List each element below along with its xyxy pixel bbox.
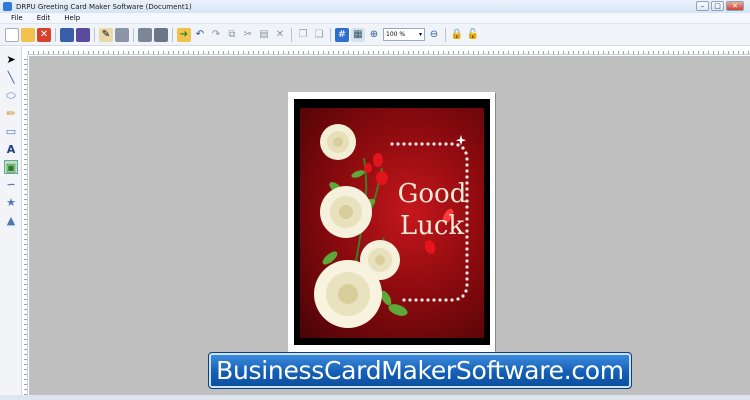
- delete-icon[interactable]: ✕: [273, 28, 287, 42]
- website-banner: BusinessCardMakerSoftware.com: [208, 352, 632, 389]
- card-background: Good Luck: [300, 108, 484, 338]
- vertical-ruler: [22, 55, 28, 395]
- triangle-icon[interactable]: ▲: [4, 214, 18, 228]
- database-export-icon[interactable]: [154, 27, 168, 42]
- horizontal-ruler: [28, 47, 750, 55]
- card-page[interactable]: Good Luck: [288, 92, 495, 352]
- cut-icon[interactable]: ✂: [241, 28, 255, 42]
- chevron-down-icon: ▾: [418, 31, 422, 38]
- status-bar: [0, 395, 750, 400]
- banner-text: BusinessCardMakerSoftware.com: [216, 356, 624, 385]
- menu-file[interactable]: File: [0, 14, 30, 22]
- design-canvas[interactable]: Good Luck: [29, 56, 750, 395]
- zoom-out-icon[interactable]: ⊖: [427, 28, 441, 42]
- image-icon[interactable]: ▣: [4, 160, 18, 174]
- menu-edit[interactable]: Edit: [30, 14, 58, 22]
- card-artwork: Good Luck: [314, 124, 469, 328]
- rectangle-icon[interactable]: ▭: [4, 125, 18, 139]
- app-icon: [3, 2, 12, 11]
- toolbar-separator: [94, 27, 95, 42]
- pointer-icon[interactable]: ➤: [4, 53, 18, 67]
- redo-icon[interactable]: ↷: [209, 28, 223, 42]
- curve-icon[interactable]: ∽: [4, 178, 18, 192]
- undo-icon[interactable]: ↶: [193, 28, 207, 42]
- print-icon[interactable]: [115, 27, 129, 42]
- zoom-select[interactable]: 100 % ▾: [383, 28, 425, 41]
- toolbar-separator: [172, 27, 173, 42]
- paste-icon[interactable]: ▤: [257, 28, 271, 42]
- toolbar-separator: [291, 27, 292, 42]
- properties-icon[interactable]: ✎: [99, 27, 113, 42]
- main-toolbar: ✕ ✎ ➜ ↶ ↷ ⧉ ✂ ▤ ✕ ❐ ❏ # ▦ ⊕ 100 % ▾ ⊖ 🔒 …: [0, 24, 750, 46]
- lock-icon[interactable]: 🔒: [450, 28, 464, 42]
- text-icon[interactable]: A: [4, 143, 18, 157]
- minimize-button[interactable]: –: [696, 1, 709, 11]
- unlock-icon[interactable]: 🔓: [466, 28, 480, 42]
- database-icon[interactable]: [138, 27, 152, 42]
- ellipse-icon[interactable]: ⬭: [4, 89, 18, 103]
- greeting-card[interactable]: Good Luck: [294, 99, 490, 345]
- drawing-toolbox: ➤ ╲ ⬭ ✏ ▭ A ▣ ∽ ★ ▲: [0, 47, 22, 395]
- maximize-button[interactable]: □: [711, 1, 724, 11]
- zoom-in-icon[interactable]: ⊕: [367, 28, 381, 42]
- line-icon[interactable]: ╲: [4, 71, 18, 85]
- pencil-icon[interactable]: ✏: [4, 107, 18, 121]
- open-folder-icon[interactable]: [21, 27, 35, 42]
- save-all-icon[interactable]: [76, 27, 90, 42]
- open-icon[interactable]: ➜: [177, 27, 191, 42]
- zoom-value: 100 %: [386, 31, 406, 38]
- toolbar-separator: [445, 27, 446, 42]
- toolbar-separator: [55, 27, 56, 42]
- pattern-icon[interactable]: ▦: [351, 27, 365, 42]
- title-bar: DRPU Greeting Card Maker Software (Docum…: [0, 0, 750, 13]
- card-text-line2[interactable]: Luck: [400, 211, 465, 241]
- star-icon[interactable]: ★: [4, 196, 18, 210]
- toolbar-separator: [330, 27, 331, 42]
- window-title: DRPU Greeting Card Maker Software (Docum…: [16, 2, 192, 11]
- send-back-icon[interactable]: ❏: [312, 28, 326, 42]
- menu-help[interactable]: Help: [57, 14, 87, 22]
- rose-buds: [364, 153, 388, 185]
- card-text-line1[interactable]: Good: [398, 179, 467, 209]
- save-icon[interactable]: [60, 27, 74, 42]
- toolbar-separator: [133, 27, 134, 42]
- grid-icon[interactable]: #: [335, 27, 349, 42]
- bring-front-icon[interactable]: ❐: [296, 28, 310, 42]
- petal: [424, 240, 436, 254]
- copy-format-icon[interactable]: ⧉: [225, 28, 239, 42]
- menu-bar: File Edit Help: [0, 13, 750, 24]
- new-document-icon[interactable]: [5, 27, 19, 42]
- close-icon[interactable]: ✕: [37, 27, 51, 42]
- close-window-button[interactable]: ✕: [726, 1, 744, 11]
